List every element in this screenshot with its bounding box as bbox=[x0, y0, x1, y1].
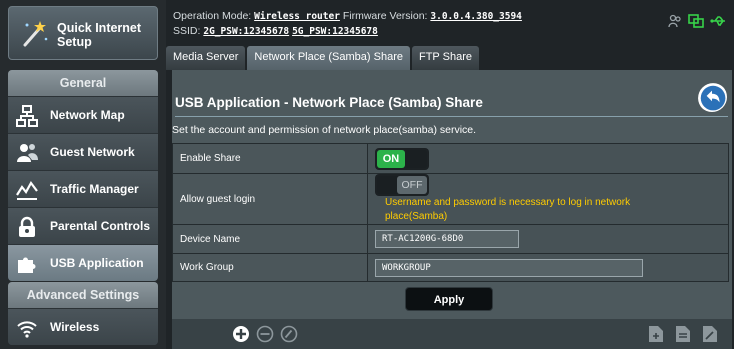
apply-button[interactable]: Apply bbox=[405, 287, 493, 311]
sidebar-item-label: Traffic Manager bbox=[50, 182, 139, 196]
operation-mode-label: Operation Mode: bbox=[173, 10, 252, 22]
guest-login-label: Allow guest login bbox=[172, 173, 368, 225]
remove-icon[interactable] bbox=[256, 325, 274, 343]
guest-network-icon bbox=[17, 144, 38, 162]
clients-icon[interactable] bbox=[668, 14, 682, 28]
status-icons bbox=[668, 14, 726, 28]
status-bar: Operation Mode: Wireless router Firmware… bbox=[166, 0, 734, 46]
guest-login-toggle[interactable]: OFF bbox=[375, 174, 429, 196]
toggle-off-label: OFF bbox=[397, 176, 427, 194]
sidebar-item-guest-network[interactable]: Guest Network bbox=[8, 133, 158, 170]
wireless-icon bbox=[17, 321, 37, 338]
usb-status-icon[interactable] bbox=[710, 14, 726, 28]
ssid-5ghz: 5G_PSW:12345678 bbox=[292, 26, 378, 37]
edit-icon[interactable] bbox=[280, 325, 298, 343]
edit-folder-icon[interactable] bbox=[702, 325, 718, 343]
operation-mode-link[interactable]: Wireless router bbox=[254, 11, 340, 22]
tab-media-server[interactable]: Media Server bbox=[166, 46, 246, 70]
table-row: Work Group WORKGROUP bbox=[172, 253, 729, 282]
operation-mode-line: Operation Mode: Wireless router Firmware… bbox=[173, 10, 522, 22]
table-row: Device Name RT-AC1200G-68D0 bbox=[172, 224, 729, 254]
internet-status-icon[interactable] bbox=[688, 14, 704, 28]
work-group-cell: WORKGROUP bbox=[367, 253, 729, 282]
traffic-manager-icon bbox=[16, 180, 38, 200]
ssid-label: SSID: bbox=[173, 25, 201, 37]
puzzle-icon bbox=[18, 257, 36, 273]
work-group-label: Work Group bbox=[172, 253, 368, 282]
table-row: Enable Share ON bbox=[172, 143, 729, 174]
page-description: Set the account and permission of networ… bbox=[172, 124, 477, 136]
sidebar-item-label: Parental Controls bbox=[50, 219, 151, 233]
enable-share-toggle[interactable]: ON bbox=[375, 147, 429, 170]
tab-bar: Media Server Network Place (Samba) Share… bbox=[166, 46, 479, 70]
ssid-24ghz: 2G_PSW:12345678 bbox=[203, 26, 290, 37]
general-header: General bbox=[8, 70, 158, 96]
page-title: USB Application - Network Place (Samba) … bbox=[175, 95, 483, 110]
lock-icon bbox=[19, 216, 35, 237]
enable-share-cell: ON bbox=[367, 143, 729, 174]
sidebar-item-wireless[interactable]: Wireless bbox=[8, 308, 158, 345]
ssid-line: SSID: 2G_PSW:12345678 5G_PSW:12345678 bbox=[173, 25, 378, 37]
enable-share-label: Enable Share bbox=[172, 143, 368, 174]
samba-settings-table: Enable Share ON Allow guest login OFF Us… bbox=[172, 143, 729, 282]
sidebar-item-traffic-manager[interactable]: Traffic Manager bbox=[8, 170, 158, 207]
device-name-label: Device Name bbox=[172, 224, 368, 254]
back-button[interactable] bbox=[697, 82, 727, 112]
sidebar-item-label: Wireless bbox=[50, 320, 100, 334]
firmware-link[interactable]: 3.0.0.4.380_3594 bbox=[430, 11, 522, 22]
sidebar-item-network-map[interactable]: Network Map bbox=[8, 96, 158, 133]
delete-folder-icon[interactable] bbox=[675, 325, 691, 343]
title-divider bbox=[175, 116, 728, 117]
main-panel: USB Application - Network Place (Samba) … bbox=[172, 70, 732, 349]
magic-wand-icon bbox=[23, 21, 48, 47]
sidebar-item-label: Network Map bbox=[50, 108, 125, 122]
work-group-input[interactable]: WORKGROUP bbox=[375, 258, 643, 277]
guest-login-warning: Username and password is necessary to lo… bbox=[385, 197, 631, 222]
tab-ftp-share[interactable]: FTP Share bbox=[411, 46, 479, 70]
toggle-knob bbox=[405, 149, 427, 168]
add-icon[interactable] bbox=[232, 325, 250, 343]
sidebar-item-label: USB Application bbox=[50, 256, 144, 270]
tab-samba-share[interactable]: Network Place (Samba) Share bbox=[247, 46, 410, 70]
advanced-menu: Advanced Settings Wireless bbox=[8, 282, 158, 345]
sidebar-item-usb-application[interactable]: USB Application bbox=[8, 244, 158, 281]
network-map-icon bbox=[16, 105, 38, 127]
toggle-knob bbox=[377, 176, 399, 194]
device-name-cell: RT-AC1200G-68D0 bbox=[367, 224, 729, 254]
guest-login-cell: OFF Username and password is necessary t… bbox=[367, 173, 729, 225]
quick-internet-setup-button[interactable]: Quick Internet Setup bbox=[8, 6, 158, 60]
sidebar: Quick Internet Setup General Network Map… bbox=[0, 0, 166, 349]
sidebar-item-parental-controls[interactable]: Parental Controls bbox=[8, 207, 158, 244]
sidebar-item-label: Guest Network bbox=[50, 145, 135, 159]
account-toolbar bbox=[172, 319, 732, 349]
advanced-header: Advanced Settings bbox=[8, 282, 158, 308]
quick-setup-label: Quick Internet Setup bbox=[57, 21, 142, 49]
firmware-label: Firmware Version: bbox=[342, 10, 428, 22]
general-menu: General Network Map Guest Network Traffi… bbox=[8, 70, 158, 281]
table-row: Allow guest login OFF Username and passw… bbox=[172, 173, 729, 225]
toggle-on-label: ON bbox=[377, 149, 405, 168]
device-name-input[interactable]: RT-AC1200G-68D0 bbox=[375, 230, 519, 248]
add-folder-icon[interactable] bbox=[648, 325, 664, 343]
